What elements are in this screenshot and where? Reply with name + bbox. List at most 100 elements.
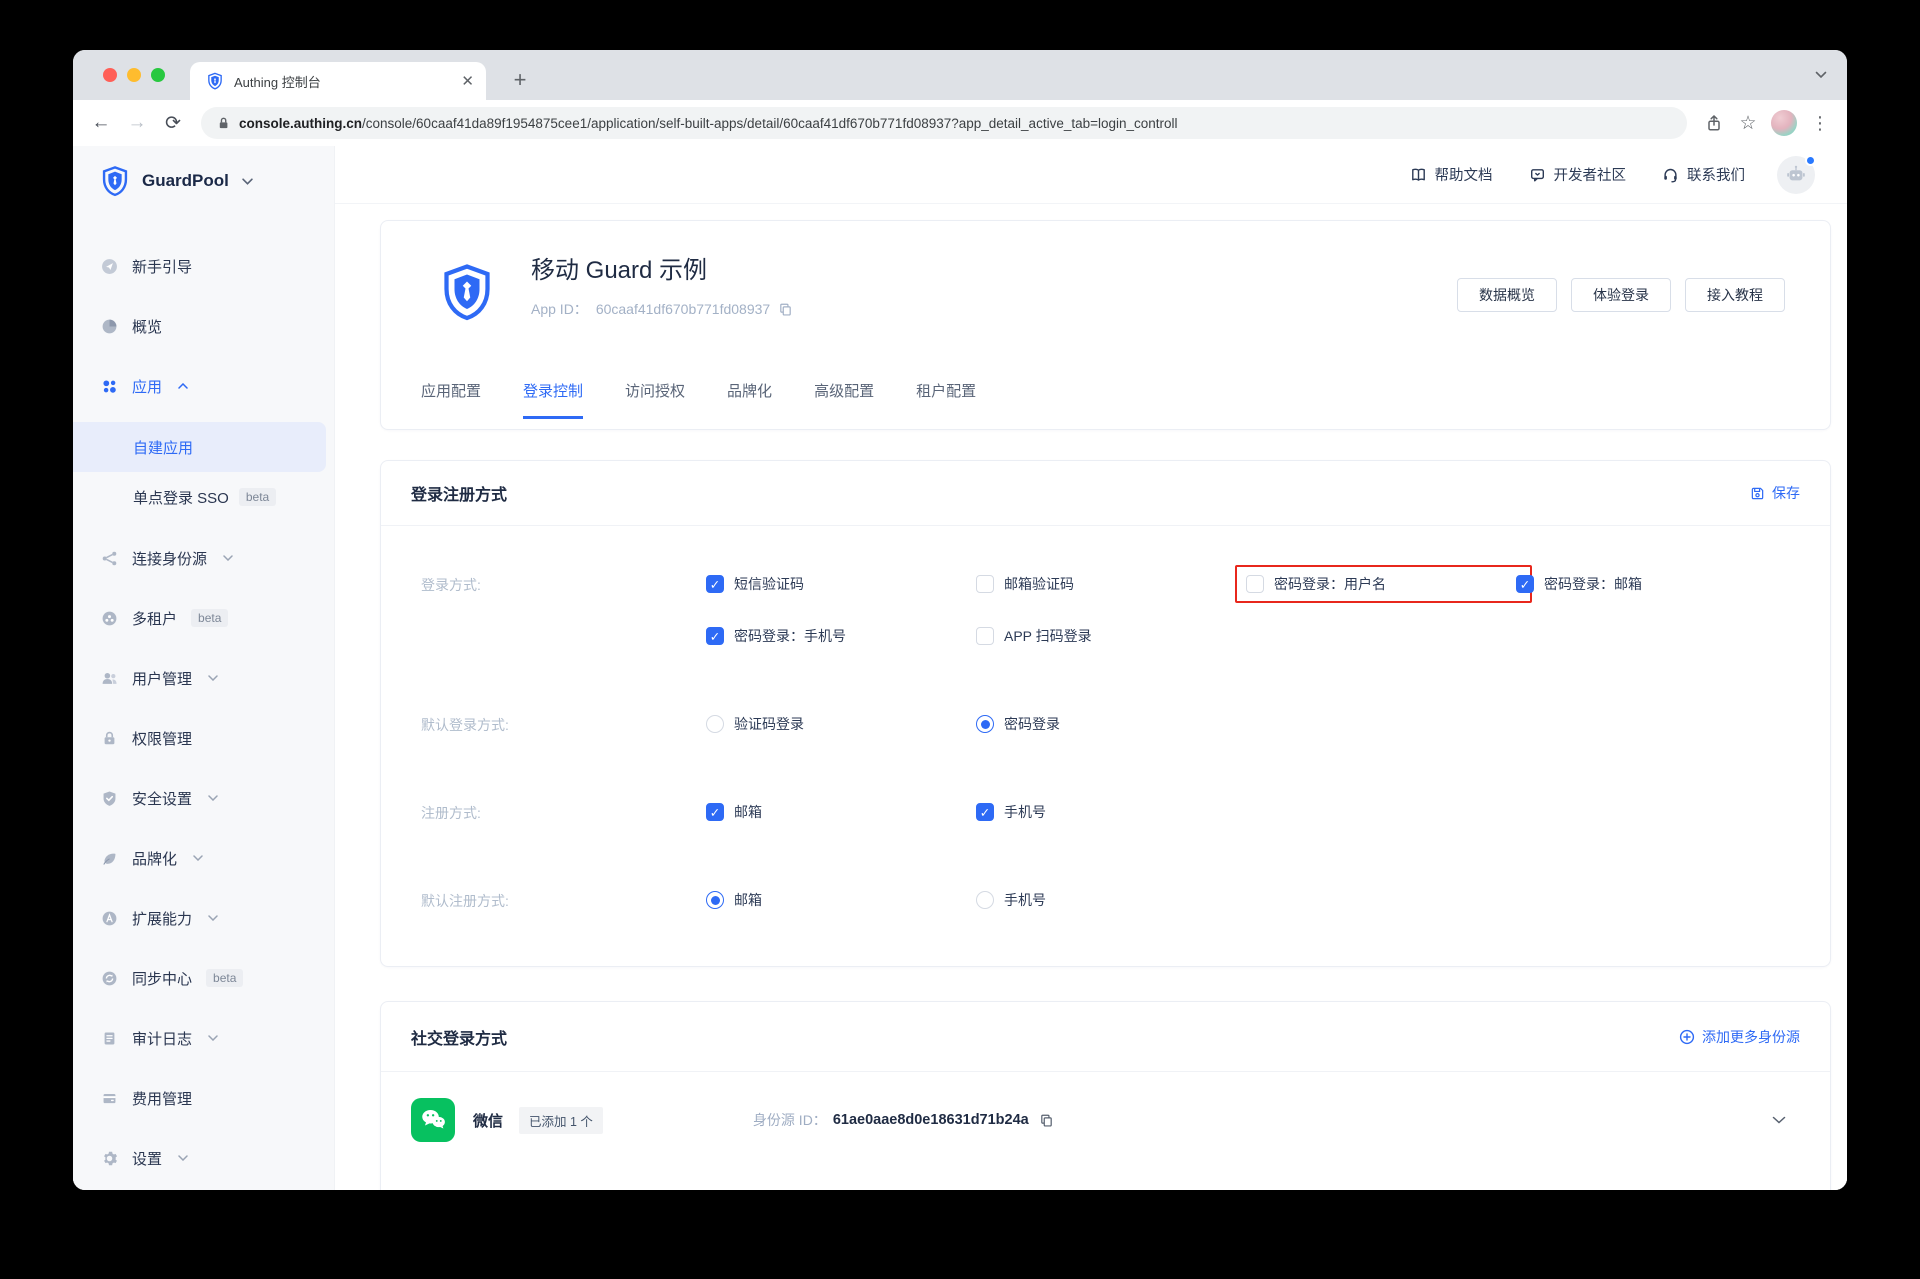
radio-selected-icon[interactable] <box>706 891 724 909</box>
checkbox-email-code[interactable]: 邮箱验证码 <box>976 570 1246 598</box>
chevron-down-icon <box>208 1035 218 1041</box>
url-bar[interactable]: console.authing.cn/console/60caaf41da89f… <box>201 107 1687 139</box>
app-id-row: App ID：60caaf41df670b771fd08937 <box>531 299 793 319</box>
sidebar-item-extensions[interactable]: 扩展能力 <box>73 888 334 948</box>
shield-check-icon <box>101 790 118 807</box>
reload-button[interactable]: ⟳ <box>157 107 189 139</box>
section-title: 社交登录方式 <box>411 1025 507 1049</box>
radio-password-login[interactable]: 密码登录 <box>976 710 1246 738</box>
tab-search-chevron-icon[interactable] <box>1815 66 1827 84</box>
copy-icon[interactable] <box>1039 1113 1054 1128</box>
guide-icon <box>101 258 118 275</box>
expand-chevron-down-icon[interactable] <box>1772 1116 1786 1124</box>
browser-tab-strip: Authing 控制台 ✕ + <box>73 50 1847 100</box>
save-floppy-icon <box>1750 486 1765 501</box>
wechat-identity-row[interactable]: 微信 已添加 1 个 身份源 ID： 61ae0aae8d0e18631d71b… <box>381 1072 1830 1166</box>
sidebar-subitem-self-built-apps[interactable]: 自建应用 <box>73 422 326 472</box>
tab-access-auth[interactable]: 访问授权 <box>625 380 685 419</box>
radio-unselected-icon[interactable] <box>976 891 994 909</box>
radio-code-login[interactable]: 验证码登录 <box>706 710 976 738</box>
checkbox-app-scan-login[interactable]: APP 扫码登录 <box>976 622 1246 650</box>
sidebar-item-identity-sources[interactable]: 连接身份源 <box>73 528 334 588</box>
add-identity-source-link[interactable]: 添加更多身份源 <box>1679 1027 1800 1047</box>
tab-advanced-config[interactable]: 高级配置 <box>814 380 874 419</box>
contact-us-link[interactable]: 联系我们 <box>1662 164 1745 185</box>
try-login-button[interactable]: 体验登录 <box>1571 278 1671 312</box>
checkbox-checked-icon[interactable]: ✓ <box>976 803 994 821</box>
save-button[interactable]: 保存 <box>1750 483 1800 503</box>
sidebar-item-branding[interactable]: 品牌化 <box>73 828 334 888</box>
help-docs-link[interactable]: 帮助文档 <box>1410 164 1493 185</box>
checkbox-sms-code[interactable]: ✓ 短信验证码 <box>706 570 976 598</box>
chevron-down-icon <box>223 555 233 561</box>
overview-icon <box>101 318 118 335</box>
sidebar-item-security-settings[interactable]: 安全设置 <box>73 768 334 828</box>
developer-community-link[interactable]: 开发者社区 <box>1529 164 1627 185</box>
radio-default-register-phone[interactable]: 手机号 <box>976 886 1246 914</box>
chevron-down-icon <box>208 675 218 681</box>
new-tab-button[interactable]: + <box>505 65 535 95</box>
radio-unselected-icon[interactable] <box>706 715 724 733</box>
integration-tutorial-button[interactable]: 接入教程 <box>1685 278 1785 312</box>
checkbox-register-email[interactable]: ✓ 邮箱 <box>706 798 976 826</box>
checkbox-register-phone[interactable]: ✓ 手机号 <box>976 798 1246 826</box>
data-overview-button[interactable]: 数据概览 <box>1457 278 1557 312</box>
beta-badge: beta <box>206 969 243 987</box>
multi-tenant-icon <box>101 610 118 627</box>
share-icon[interactable] <box>1699 108 1729 138</box>
bookmark-star-icon[interactable]: ☆ <box>1733 108 1763 138</box>
sidebar-item-overview[interactable]: 概览 <box>73 296 334 356</box>
checkbox-password-email[interactable]: ✓ 密码登录：邮箱 <box>1516 570 1786 598</box>
tab-title: Authing 控制台 <box>234 72 451 91</box>
browser-profile-avatar[interactable] <box>1771 110 1797 136</box>
close-window-button[interactable] <box>103 68 117 82</box>
checkbox-checked-icon[interactable]: ✓ <box>706 575 724 593</box>
sidebar-item-billing[interactable]: 费用管理 <box>73 1068 334 1128</box>
radio-selected-icon[interactable] <box>976 715 994 733</box>
sidebar-item-multi-tenant[interactable]: 多租户 beta <box>73 588 334 648</box>
browser-window: Authing 控制台 ✕ + ← → ⟳ console.authing.cn… <box>73 50 1847 1190</box>
sidebar-menu: 新手引导 概览 应用 自建应用 单点登录 SSO <box>73 216 334 1188</box>
copy-icon[interactable] <box>778 302 793 317</box>
added-count-badge: 已添加 1 个 <box>519 1107 603 1134</box>
back-button[interactable]: ← <box>85 107 117 139</box>
sidebar-item-applications[interactable]: 应用 <box>73 356 334 416</box>
sidebar-subitem-sso[interactable]: 单点登录 SSO beta <box>73 472 326 522</box>
browser-menu-icon[interactable]: ⋮ <box>1805 108 1835 138</box>
tab-branding[interactable]: 品牌化 <box>727 380 772 419</box>
chevron-down-icon <box>178 1155 188 1161</box>
apps-icon <box>101 378 118 395</box>
tab-close-icon[interactable]: ✕ <box>461 74 474 89</box>
workspace-switcher[interactable]: GuardPool <box>73 146 334 216</box>
sidebar-item-user-management[interactable]: 用户管理 <box>73 648 334 708</box>
lock-icon <box>217 116 230 130</box>
radio-default-register-email[interactable]: 邮箱 <box>706 886 976 914</box>
tab-tenant-config[interactable]: 租户配置 <box>916 380 976 419</box>
tab-login-control[interactable]: 登录控制 <box>523 380 583 419</box>
checkbox-password-username-highlighted[interactable]: 密码登录：用户名 <box>1235 565 1532 603</box>
checkbox-checked-icon[interactable]: ✓ <box>1516 575 1534 593</box>
sidebar-item-permissions[interactable]: 权限管理 <box>73 708 334 768</box>
checkbox-checked-icon[interactable]: ✓ <box>706 627 724 645</box>
sidebar-item-settings[interactable]: 设置 <box>73 1128 334 1188</box>
sidebar-item-sync-center[interactable]: 同步中心 beta <box>73 948 334 1008</box>
branding-icon <box>101 850 118 867</box>
user-avatar[interactable] <box>1777 156 1815 194</box>
app-logo-shield-icon <box>437 261 497 323</box>
checkbox-unchecked-icon[interactable] <box>976 627 994 645</box>
sync-icon <box>101 970 118 987</box>
browser-tab[interactable]: Authing 控制台 ✕ <box>190 62 486 100</box>
chevron-down-icon <box>208 915 218 921</box>
minimize-window-button[interactable] <box>127 68 141 82</box>
tab-app-config[interactable]: 应用配置 <box>421 380 481 419</box>
checkbox-checked-icon[interactable]: ✓ <box>706 803 724 821</box>
sidebar-item-guide[interactable]: 新手引导 <box>73 236 334 296</box>
checkbox-password-phone[interactable]: ✓ 密码登录：手机号 <box>706 622 976 650</box>
online-status-dot <box>1805 155 1816 166</box>
content-area: 移动 Guard 示例 App ID：60caaf41df670b771fd08… <box>335 204 1847 1190</box>
checkbox-unchecked-icon[interactable] <box>1246 575 1264 593</box>
sidebar-item-audit-logs[interactable]: 审计日志 <box>73 1008 334 1068</box>
maximize-window-button[interactable] <box>151 68 165 82</box>
checkbox-unchecked-icon[interactable] <box>976 575 994 593</box>
forward-button[interactable]: → <box>121 107 153 139</box>
